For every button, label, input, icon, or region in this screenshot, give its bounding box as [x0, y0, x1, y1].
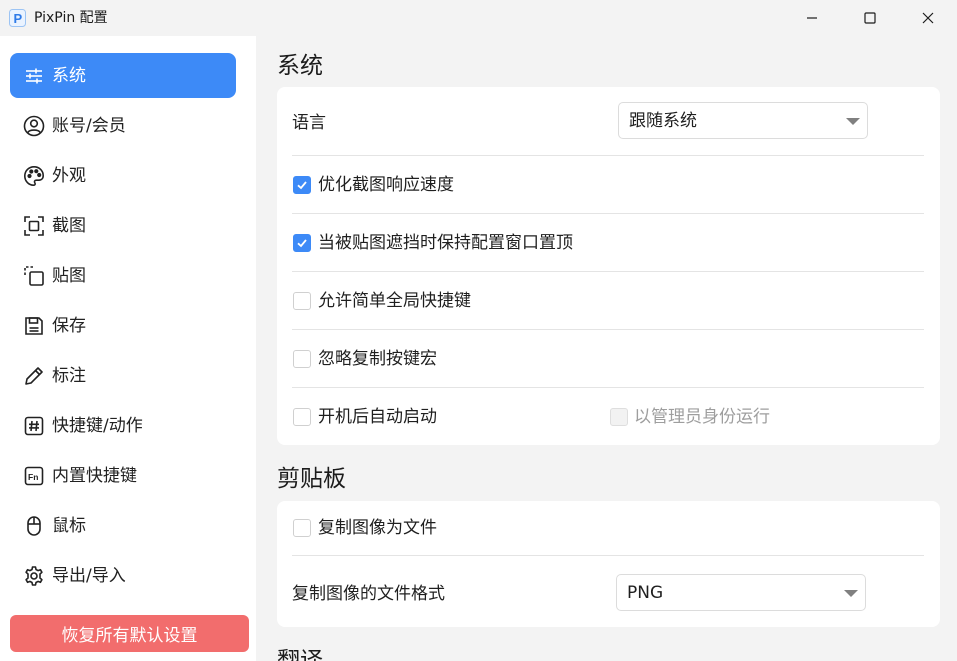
sidebar-item-mouse[interactable]: 鼠标	[10, 503, 236, 548]
option-row: 复制图像为文件	[292, 501, 924, 556]
screenshot-icon	[22, 214, 45, 237]
hash-key-icon	[22, 414, 45, 437]
sidebar-item-label: 标注	[52, 366, 86, 386]
section-title-clipboard: 剪贴板	[277, 466, 346, 492]
language-label: 语言	[292, 113, 326, 133]
window-title: PixPin 配置	[34, 10, 108, 26]
checkbox-optimize-screenshot[interactable]	[293, 176, 311, 194]
user-circle-icon	[22, 114, 45, 137]
image-format-select-value: PNG	[627, 583, 664, 603]
checkbox-simple-global-hotkeys[interactable]	[293, 292, 311, 310]
checkbox-label: 允许简单全局快捷键	[318, 291, 471, 311]
sliders-icon	[22, 64, 45, 87]
sidebar-item-export-import[interactable]: 导出/导入	[10, 553, 236, 598]
checkbox-label: 当被贴图遮挡时保持配置窗口置顶	[318, 233, 573, 253]
sidebar-item-appearance[interactable]: 外观	[10, 153, 236, 198]
checkbox-label: 以管理员身份运行	[634, 407, 770, 427]
sidebar-item-label: 导出/导入	[52, 566, 126, 586]
language-row: 语言 跟随系统	[292, 87, 924, 156]
checkbox-label: 忽略复制按键宏	[318, 349, 437, 369]
minimize-icon	[807, 17, 817, 19]
language-select-value: 跟随系统	[629, 111, 697, 131]
checkbox-run-as-admin[interactable]	[610, 408, 628, 426]
sidebar-item-label: 保存	[52, 316, 86, 336]
section-title-system: 系统	[277, 53, 323, 79]
checkbox-label: 复制图像为文件	[318, 518, 437, 538]
gear-icon	[22, 564, 45, 587]
clipboard-settings-card: 复制图像为文件 复制图像的文件格式 PNG	[277, 501, 940, 627]
option-row: 忽略复制按键宏	[292, 330, 924, 388]
language-select[interactable]: 跟随系统	[618, 102, 868, 139]
format-label: 复制图像的文件格式	[292, 584, 445, 604]
sidebar-item-save[interactable]: 保存	[10, 303, 236, 348]
fn-key-icon: Fn	[22, 464, 45, 487]
settings-panel: 系统 语言 跟随系统 优化截图响应速度 当被贴图遮挡时保持配置窗口置顶 允许简单…	[256, 36, 957, 661]
option-row: 开机后自动启动 以管理员身份运行	[292, 388, 924, 445]
format-row: 复制图像的文件格式 PNG	[292, 556, 924, 627]
svg-text:Fn: Fn	[28, 472, 38, 482]
option-row: 允许简单全局快捷键	[292, 272, 924, 330]
system-settings-card: 语言 跟随系统 优化截图响应速度 当被贴图遮挡时保持配置窗口置顶 允许简单全局快…	[277, 87, 940, 445]
checkmark-icon	[297, 181, 307, 190]
option-row: 优化截图响应速度	[292, 156, 924, 214]
svg-text:P: P	[14, 11, 23, 26]
sidebar-item-label: 外观	[52, 166, 86, 186]
close-icon	[922, 12, 934, 24]
sidebar-item-label: 贴图	[52, 266, 86, 286]
sidebar-item-screenshot[interactable]: 截图	[10, 203, 236, 248]
pencil-icon	[22, 364, 45, 387]
palette-icon	[22, 164, 45, 187]
sidebar-item-label: 内置快捷键	[52, 466, 137, 486]
sidebar-item-label: 快捷键/动作	[52, 416, 143, 436]
sidebar-item-label: 鼠标	[52, 516, 86, 536]
sidebar-item-label: 截图	[52, 216, 86, 236]
maximize-icon	[864, 12, 876, 24]
section-title-translate: 翻译	[277, 648, 323, 661]
sidebar-item-shortcuts[interactable]: 快捷键/动作	[10, 403, 236, 448]
pixpin-logo-icon: P	[9, 9, 26, 27]
checkbox-keep-config-on-top[interactable]	[293, 234, 311, 252]
chevron-down-icon	[844, 590, 858, 597]
checkbox-ignore-copy-macro[interactable]	[293, 350, 311, 368]
image-format-select[interactable]: PNG	[616, 574, 866, 611]
floppy-disk-icon	[22, 314, 45, 337]
pin-image-icon	[22, 264, 45, 287]
checkbox-copy-image-as-file[interactable]	[293, 519, 311, 537]
checkmark-icon	[297, 239, 307, 248]
checkbox-launch-at-startup[interactable]	[293, 408, 311, 426]
maximize-button[interactable]	[841, 0, 899, 36]
sidebar-item-account[interactable]: 账号/会员	[10, 103, 236, 148]
option-row: 当被贴图遮挡时保持配置窗口置顶	[292, 214, 924, 272]
sidebar-item-annotate[interactable]: 标注	[10, 353, 236, 398]
checkbox-label: 开机后自动启动	[318, 407, 437, 427]
sidebar-item-system[interactable]: 系统	[10, 53, 236, 98]
sidebar-item-builtin-shortcuts[interactable]: Fn 内置快捷键	[10, 453, 236, 498]
close-button[interactable]	[899, 0, 957, 36]
sidebar-item-label: 账号/会员	[52, 116, 126, 136]
reset-defaults-button[interactable]: 恢复所有默认设置	[10, 615, 249, 652]
sidebar-item-pin[interactable]: 贴图	[10, 253, 236, 298]
mouse-icon	[22, 514, 45, 537]
chevron-down-icon	[846, 118, 860, 125]
sidebar: 系统 账号/会员 外观 截图 贴图 保存 标注 快捷键/动作 Fn 内置快捷键 …	[0, 36, 256, 661]
title-bar: P PixPin 配置	[0, 0, 957, 36]
checkbox-label: 优化截图响应速度	[318, 175, 454, 195]
minimize-button[interactable]	[783, 0, 841, 36]
sidebar-item-label: 系统	[52, 66, 86, 86]
